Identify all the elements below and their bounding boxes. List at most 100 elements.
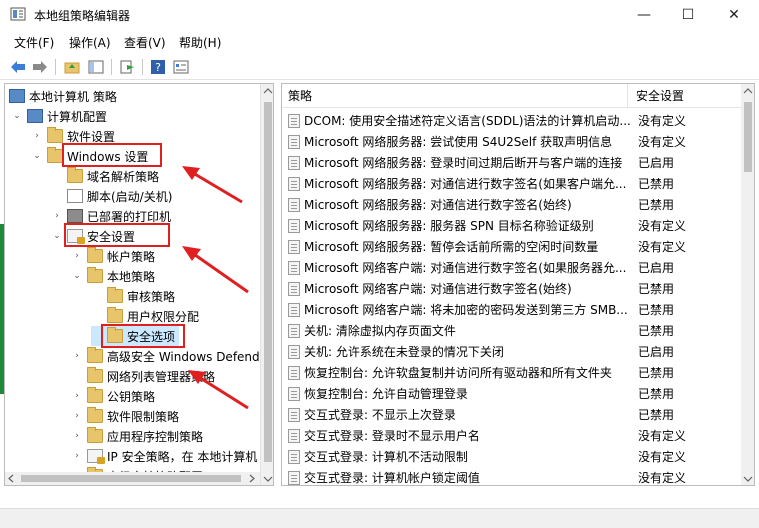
policy-name: Microsoft 网络客户端: 将未加密的密码发送到第三方 SMB... [304, 303, 628, 317]
chevron-right-icon[interactable]: › [51, 211, 63, 221]
tree-item-name-resolution-policy[interactable]: 域名解析策略 [51, 166, 159, 186]
policy-icon [288, 449, 300, 464]
tree-vertical-scrollbar[interactable] [260, 84, 273, 485]
policy-name: 交互式登录: 登录时不显示用户名 [304, 429, 480, 443]
export-list-icon[interactable] [117, 57, 137, 77]
tree-item-label: 帐户策略 [107, 249, 156, 264]
tree-item-scripts[interactable]: 脚本(启动/关机) [51, 186, 172, 206]
policy-list-pane[interactable]: 策略 安全设置 DCOM: 使用安全描述符定义语言(SDDL)语法的计算机启动.… [281, 83, 755, 486]
column-header-security-setting[interactable]: 安全设置 [628, 84, 741, 108]
chevron-right-icon[interactable]: › [71, 411, 83, 421]
list-row[interactable]: Microsoft 网络服务器: 对通信进行数字签名(始终) 已禁用 [282, 194, 742, 215]
policy-setting: 已启用 [638, 156, 675, 170]
list-row[interactable]: 恢复控制台: 允许软盘复制并访问所有驱动器和所有文件夹 已禁用 [282, 362, 742, 383]
policy-name: 关机: 允许系统在未登录的情况下关闭 [304, 345, 504, 359]
policy-name: 恢复控制台: 允许软盘复制并访问所有驱动器和所有文件夹 [304, 366, 612, 380]
policy-name: Microsoft 网络服务器: 对通信进行数字签名(如果客户端允... [304, 177, 627, 191]
tree-item-public-key-policies[interactable]: › 公钥策略 [71, 386, 155, 406]
minimize-button[interactable]: — [621, 0, 667, 30]
chevron-down-icon[interactable]: ⌄ [11, 111, 23, 121]
tree-item-ip-security[interactable]: › IP 安全策略，在 本地计算机 [71, 446, 257, 466]
menu-file[interactable]: 文件(F) [14, 34, 54, 51]
menu-help[interactable]: 帮助(H) [179, 34, 221, 51]
chevron-right-icon[interactable]: › [71, 391, 83, 401]
policy-icon [288, 281, 300, 296]
toolbar-separator [111, 59, 112, 75]
chevron-right-icon[interactable]: › [31, 131, 43, 141]
policy-name: Microsoft 网络服务器: 暂停会话前所需的空闲时间数量 [304, 240, 599, 254]
tree-horizontal-scrollbar[interactable] [5, 472, 260, 485]
list-row[interactable]: 交互式登录: 计算机不活动限制 没有定义 [282, 446, 742, 467]
list-row[interactable]: Microsoft 网络服务器: 服务器 SPN 目标名称验证级别 没有定义 [282, 215, 742, 236]
policy-icon [288, 386, 300, 401]
toolbar-separator [142, 59, 143, 75]
annotation-arrow-icon [188, 370, 249, 410]
close-button[interactable]: ✕ [711, 0, 757, 30]
show-hide-tree-icon[interactable] [86, 57, 106, 77]
tree-item-label: IP 安全策略，在 本地计算机 [107, 449, 258, 464]
list-row[interactable]: Microsoft 网络服务器: 尝试使用 S4U2Self 获取声明信息 没有定… [282, 131, 742, 152]
list-row[interactable]: Microsoft 网络客户端: 对通信进行数字签名(如果服务器允... 已启用 [282, 257, 742, 278]
policy-icon [288, 176, 300, 191]
tree-item-app-control[interactable]: › 应用程序控制策略 [71, 426, 203, 446]
folder-icon [87, 247, 103, 263]
chevron-down-icon[interactable]: ⌄ [31, 151, 43, 161]
list-row[interactable]: Microsoft 网络服务器: 登录时间过期后断开与客户端的连接 已启用 [282, 152, 742, 173]
help-icon[interactable]: ? [148, 57, 168, 77]
policy-name: Microsoft 网络服务器: 尝试使用 S4U2Self 获取声明信息 [304, 135, 613, 149]
tree-item-label: 软件设置 [67, 129, 116, 144]
tree-item-computer-config[interactable]: ⌄ 计算机配置 [11, 106, 107, 126]
list-row[interactable]: 交互式登录: 计算机帐户锁定阈值 没有定义 [282, 467, 742, 485]
policy-setting: 已禁用 [638, 303, 675, 317]
list-row[interactable]: Microsoft 网络客户端: 对通信进行数字签名(始终) 已禁用 [282, 278, 742, 299]
list-row[interactable]: Microsoft 网络服务器: 暂停会话前所需的空闲时间数量 没有定义 [282, 236, 742, 257]
chevron-right-icon[interactable]: › [71, 431, 83, 441]
list-row[interactable]: Microsoft 网络客户端: 将未加密的密码发送到第三方 SMB... 已禁用 [282, 299, 742, 320]
chevron-down-icon[interactable]: ⌄ [71, 271, 83, 281]
chevron-right-icon[interactable]: › [71, 351, 83, 361]
forward-arrow-icon[interactable] [30, 57, 50, 77]
policy-name: DCOM: 使用安全描述符定义语言(SDDL)语法的计算机启动... [304, 114, 631, 128]
tree-item-defender-firewall[interactable]: › 高级安全 Windows Defend [71, 346, 260, 366]
menu-view[interactable]: 查看(V) [124, 34, 166, 51]
tree-item-label: 公钥策略 [107, 389, 156, 404]
back-arrow-icon[interactable] [8, 57, 28, 77]
tree-item-audit-policy[interactable]: 审核策略 [91, 286, 175, 306]
column-header-policy[interactable]: 策略 [282, 84, 628, 108]
list-row[interactable]: 交互式登录: 登录时不显示用户名 没有定义 [282, 425, 742, 446]
tree-item-label: 本地策略 [107, 269, 156, 284]
list-row[interactable]: 恢复控制台: 允许自动管理登录 已禁用 [282, 383, 742, 404]
list-row[interactable]: Microsoft 网络服务器: 对通信进行数字签名(如果客户端允... 已禁用 [282, 173, 742, 194]
policy-setting: 已启用 [638, 261, 675, 275]
policy-icon [288, 113, 300, 128]
tree-item-local-policies[interactable]: ⌄ 本地策略 [71, 266, 155, 286]
chevron-right-icon[interactable]: › [71, 251, 83, 261]
chevron-right-icon[interactable]: › [71, 451, 83, 461]
scrollbar-thumb[interactable] [744, 102, 752, 172]
tree-item-account-policies[interactable]: › 帐户策略 [71, 246, 155, 266]
list-row[interactable]: 交互式登录: 不显示上次登录 已禁用 [282, 404, 742, 425]
tree-item-user-rights[interactable]: 用户权限分配 [91, 306, 199, 326]
annotation-box-security-settings [64, 223, 170, 247]
menu-action[interactable]: 操作(A) [69, 34, 111, 51]
policy-icon [288, 407, 300, 422]
gpedit-app-icon [10, 7, 26, 21]
properties-icon[interactable] [171, 57, 191, 77]
list-row[interactable]: 关机: 清除虚拟内存页面文件 已禁用 [282, 320, 742, 341]
list-row[interactable]: DCOM: 使用安全描述符定义语言(SDDL)语法的计算机启动... 没有定义 [282, 110, 742, 131]
list-row[interactable]: 关机: 允许系统在未登录的情况下关闭 已启用 [282, 341, 742, 362]
svg-text:?: ? [155, 61, 161, 74]
up-folder-icon[interactable] [62, 57, 82, 77]
maximize-button[interactable]: ☐ [665, 0, 711, 30]
tree-item-label: 域名解析策略 [87, 169, 160, 184]
tree-item-software-restriction[interactable]: › 软件限制策略 [71, 406, 179, 426]
status-bar [0, 508, 759, 528]
policy-setting: 已启用 [638, 345, 675, 359]
tree-item-label: 高级安全 Windows Defend [107, 349, 260, 364]
tree-item-local-computer-policy[interactable]: 本地计算机 策略 [9, 86, 117, 106]
policy-setting: 没有定义 [638, 114, 687, 128]
policy-icon [288, 239, 300, 254]
list-vertical-scrollbar[interactable] [741, 84, 754, 485]
policy-name: 恢复控制台: 允许自动管理登录 [304, 387, 468, 401]
chevron-down-icon[interactable]: ⌄ [51, 231, 63, 241]
